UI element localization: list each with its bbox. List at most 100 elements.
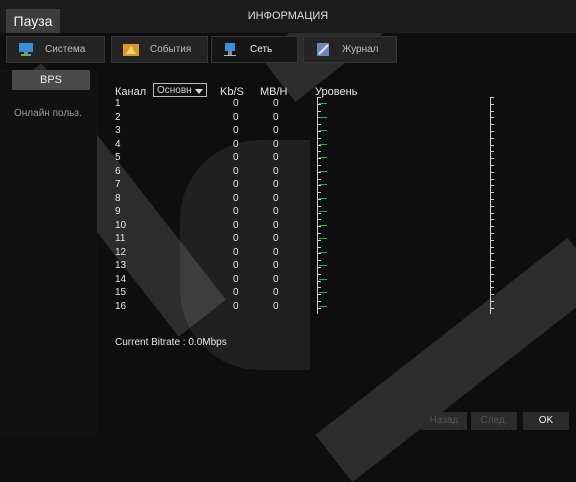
kbs-cell: 0 (233, 300, 239, 312)
channel-cell: 1 (115, 98, 121, 109)
meter-tick (491, 294, 494, 296)
kbs-cell: 0 (233, 233, 239, 244)
tab-system[interactable]: Система (6, 36, 105, 63)
meter-tick (318, 158, 321, 160)
meter-tick (318, 294, 321, 296)
mbh-cell: 0 (273, 219, 279, 231)
meter-tick (491, 212, 494, 214)
meter-tick (491, 192, 494, 194)
meter-tick (318, 97, 321, 98)
channel-cell: 16 (115, 300, 127, 312)
meter-tick (318, 171, 321, 173)
level-indicator (319, 251, 327, 253)
network-icon (224, 43, 236, 56)
mbh-cell: 0 (273, 273, 279, 285)
level-indicator (319, 170, 327, 172)
meter-tick (491, 137, 494, 139)
stream-select[interactable]: Основн (153, 83, 207, 97)
meter-tick (491, 103, 494, 105)
mbh-cell: 0 (273, 111, 279, 123)
mbh-cell: 0 (273, 179, 279, 190)
channel-cell: 9 (115, 206, 121, 217)
current-bitrate: Current Bitrate : 0.0Mbps (115, 337, 227, 348)
channel-cell: 7 (115, 179, 121, 190)
meter-tick (491, 287, 494, 289)
meter-tick (318, 273, 321, 275)
meter-tick (491, 97, 494, 98)
meter-tick (318, 233, 321, 234)
mbh-cell: 0 (273, 246, 279, 258)
tab-events-label: События (150, 44, 192, 55)
monitor-icon (19, 43, 33, 56)
meter-tick (491, 199, 494, 200)
meter-tick (318, 219, 321, 221)
kbs-cell: 0 (233, 287, 239, 298)
kbs-cell: 0 (233, 111, 239, 123)
level-indicator (319, 157, 327, 158)
meter-tick (491, 226, 494, 228)
meter-tick (491, 307, 494, 309)
mbh-header: MB/H (260, 86, 288, 98)
kbs-cell: 0 (233, 125, 239, 136)
window-title: ИНФОРМАЦИЯ (247, 10, 329, 22)
level-indicator (319, 224, 327, 226)
channel-cell: 5 (115, 152, 121, 163)
kbs-cell: 0 (233, 219, 239, 231)
ok-button[interactable]: OK (523, 412, 569, 430)
mbh-cell: 0 (273, 138, 279, 150)
level-indicator (319, 305, 327, 307)
tab-network-label: Сеть (250, 44, 273, 55)
meter-tick (318, 212, 321, 214)
meter-tick (491, 267, 494, 268)
meter-tick (491, 253, 494, 255)
mbh-cell: 0 (273, 125, 279, 136)
meter-tick (491, 117, 494, 119)
meter-tick (491, 239, 494, 241)
chevron-down-icon (195, 89, 203, 94)
meter-tick (318, 124, 321, 126)
meter-tick (491, 246, 494, 248)
level-indicator (319, 116, 327, 118)
kbs-cell: 0 (233, 260, 239, 271)
mbh-cell: 0 (273, 206, 279, 217)
bps-panel: Канал Основн Kb/S MB/H Уровень 100200300… (97, 70, 576, 435)
warning-icon (123, 44, 139, 56)
next-button[interactable]: След. (471, 412, 517, 430)
level-indicator (319, 292, 327, 293)
level-indicator (319, 103, 327, 104)
sidebar-item-online-users[interactable]: Онлайн польз. (14, 108, 82, 119)
level-indicator (319, 130, 327, 131)
meter-tick (318, 137, 321, 139)
meter-tick (491, 151, 494, 153)
channel-cell: 8 (115, 192, 121, 204)
kbs-cell: 0 (233, 138, 239, 150)
meter-tick (491, 301, 494, 302)
meter-tick (318, 226, 321, 228)
kbs-cell: 0 (233, 152, 239, 163)
channel-cell: 13 (115, 260, 127, 271)
meter-tick (491, 131, 494, 132)
journal-icon (317, 43, 329, 56)
meter-tick (318, 260, 321, 262)
meter-tick (491, 158, 494, 160)
mbh-cell: 0 (273, 287, 279, 298)
level-meter-scale (317, 97, 327, 314)
back-button[interactable]: Назад (421, 412, 467, 430)
meter-tick (318, 131, 321, 132)
tab-network[interactable]: Сеть (211, 36, 298, 63)
kbs-cell: 0 (233, 98, 239, 109)
meter-tick (491, 219, 494, 221)
sidebar-item-bps[interactable]: BPS (12, 70, 90, 90)
meter-tick (318, 287, 321, 289)
mbh-cell: 0 (273, 98, 279, 109)
title-bar: Пауза ИНФОРМАЦИЯ (0, 0, 576, 33)
kbs-cell: 0 (233, 206, 239, 217)
tab-events[interactable]: События (111, 36, 208, 63)
meter-tick (318, 144, 321, 146)
meter-tick (491, 178, 494, 180)
level-indicator (319, 143, 327, 145)
mbh-cell: 0 (273, 233, 279, 244)
kbs-cell: 0 (233, 273, 239, 285)
tab-journal[interactable]: Журнал (303, 36, 397, 63)
meter-tick (491, 124, 494, 126)
